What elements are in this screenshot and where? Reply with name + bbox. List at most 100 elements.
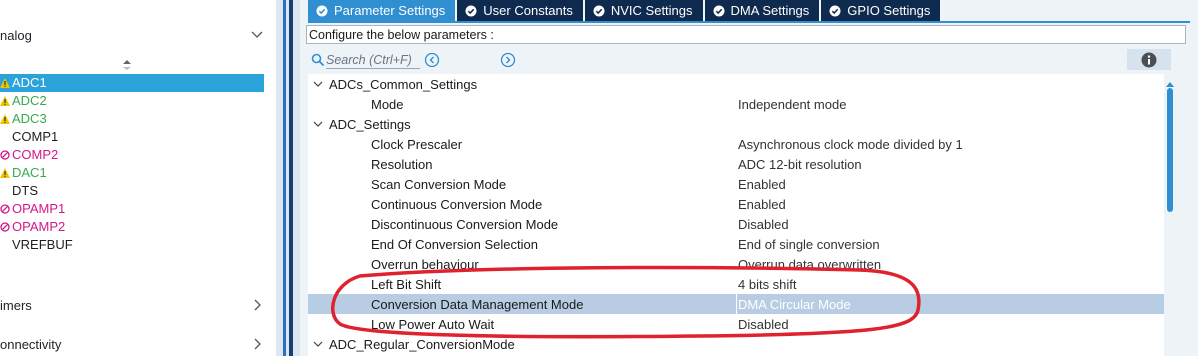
check-circle-icon bbox=[316, 5, 328, 17]
parameter-row[interactable]: Mode Independent mode bbox=[308, 94, 1164, 114]
parameter-value: ADC 12-bit resolution bbox=[738, 157, 862, 172]
peripheral-item[interactable]: DTS bbox=[0, 182, 264, 200]
parameter-row[interactable]: Scan Conversion Mode Enabled bbox=[308, 174, 1164, 194]
tab-nvic-settings[interactable]: NVIC Settings bbox=[584, 0, 703, 21]
parameter-name: Resolution bbox=[371, 157, 433, 172]
peripheral-name: COMP1 bbox=[12, 129, 59, 144]
parameter-name: Discontinuous Conversion Mode bbox=[371, 217, 559, 232]
search-next-button[interactable] bbox=[500, 52, 516, 68]
peripheral-name: COMP2 bbox=[12, 147, 59, 162]
peripheral-item[interactable]: ADC1 bbox=[0, 74, 264, 92]
parameter-row[interactable]: Continuous Conversion Mode Enabled bbox=[308, 194, 1164, 214]
section-name: ADCs_Common_Settings bbox=[329, 77, 478, 92]
warning-icon bbox=[0, 95, 10, 107]
tab-gpio-settings[interactable]: GPIO Settings bbox=[821, 0, 941, 21]
parameter-tree: ADCs_Common_Settings Mode Independent mode… bbox=[308, 74, 1164, 356]
tab-dma-settings[interactable]: DMA Settings bbox=[704, 0, 820, 21]
splitter-line bbox=[283, 0, 286, 356]
peripheral-item[interactable]: ADC3 bbox=[0, 110, 264, 128]
tab-label: NVIC Settings bbox=[610, 3, 693, 18]
chevron-down-icon[interactable] bbox=[312, 338, 324, 350]
splitter-line bbox=[289, 0, 293, 356]
search-input[interactable] bbox=[326, 51, 420, 69]
peripheral-name: OPAMP1 bbox=[12, 201, 66, 216]
parameter-value: End of single conversion bbox=[738, 237, 880, 252]
parameter-row[interactable]: Discontinuous Conversion Mode Disabled bbox=[308, 214, 1164, 234]
disabled-icon bbox=[0, 221, 10, 233]
peripheral-item[interactable]: ADC2 bbox=[0, 92, 264, 110]
tab-parameter-settings[interactable]: Parameter Settings bbox=[308, 0, 456, 21]
sort-icon[interactable] bbox=[122, 59, 132, 71]
check-circle-icon bbox=[713, 5, 725, 17]
search-box[interactable] bbox=[306, 50, 420, 70]
category-analog[interactable]: nalog bbox=[0, 26, 276, 46]
parameter-value[interactable]: DMA Circular Mode bbox=[738, 297, 851, 312]
parameter-name: Low Power Auto Wait bbox=[371, 317, 495, 332]
warning-icon bbox=[0, 113, 10, 125]
parameter-name: Overrun behaviour bbox=[371, 257, 479, 272]
check-circle-icon bbox=[593, 5, 605, 17]
search-icon bbox=[311, 53, 325, 67]
parameter-row[interactable]: Low Power Auto Wait Disabled bbox=[308, 314, 1164, 334]
tab-label: User Constants bbox=[483, 3, 573, 18]
parameter-name: Continuous Conversion Mode bbox=[371, 197, 543, 212]
parameter-row[interactable]: Clock Prescaler Asynchronous clock mode d… bbox=[308, 134, 1164, 154]
peripheral-item[interactable]: OPAMP2 bbox=[0, 218, 264, 236]
parameter-name: Scan Conversion Mode bbox=[371, 177, 507, 192]
info-button[interactable] bbox=[1127, 49, 1171, 70]
parameter-name: Clock Prescaler bbox=[371, 137, 463, 152]
peripheral-item[interactable]: COMP2 bbox=[0, 146, 264, 164]
section-row[interactable]: ADCs_Common_Settings bbox=[308, 74, 1164, 94]
peripheral-name: ADC3 bbox=[12, 111, 47, 126]
tab-user-constants[interactable]: User Constants bbox=[457, 0, 583, 21]
peripheral-item[interactable]: DAC1 bbox=[0, 164, 264, 182]
parameter-value: Overrun data overwritten bbox=[738, 257, 882, 272]
peripheral-item[interactable]: COMP1 bbox=[0, 128, 264, 146]
peripheral-name: DTS bbox=[12, 183, 38, 198]
parameter-value: Independent mode bbox=[738, 97, 847, 112]
parameter-row[interactable]: Resolution ADC 12-bit resolution bbox=[308, 154, 1164, 174]
chevron-right-icon[interactable] bbox=[249, 297, 265, 313]
parameter-value: Asynchronous clock mode divided by 1 bbox=[738, 137, 963, 152]
section-name: ADC_Settings bbox=[329, 117, 411, 132]
peripheral-item[interactable]: VREFBUF bbox=[0, 236, 264, 254]
tab-bar: Parameter Settings User Constants NVIC Set… bbox=[308, 0, 942, 22]
section-row[interactable]: ADC_Settings bbox=[308, 114, 1164, 134]
parameter-value: Enabled bbox=[738, 177, 786, 192]
parameter-row[interactable]: Conversion Data Management Mode DMA Circu… bbox=[308, 294, 1164, 314]
parameter-name: Mode bbox=[371, 97, 404, 112]
check-circle-icon bbox=[465, 5, 477, 17]
peripheral-name: VREFBUF bbox=[12, 237, 73, 252]
panel-splitter[interactable] bbox=[276, 0, 300, 356]
scroll-up-icon[interactable] bbox=[1166, 76, 1174, 87]
peripheral-name: ADC1 bbox=[12, 75, 47, 90]
tab-label: DMA Settings bbox=[730, 3, 810, 18]
category-connectivity[interactable]: onnectivity bbox=[0, 335, 276, 355]
chevron-down-icon[interactable] bbox=[312, 78, 324, 90]
parameter-row[interactable]: Left Bit Shift 4 bits shift bbox=[308, 274, 1164, 294]
chevron-right-icon[interactable] bbox=[249, 336, 265, 352]
parameter-name: End Of Conversion Selection bbox=[371, 237, 538, 252]
tab-underline bbox=[308, 21, 1190, 23]
peripheral-item[interactable]: OPAMP1 bbox=[0, 200, 264, 218]
tab-label: Parameter Settings bbox=[334, 3, 446, 18]
warning-icon bbox=[0, 77, 10, 89]
parameter-value: Disabled bbox=[738, 317, 789, 332]
parameter-row[interactable]: End Of Conversion Selection End of single… bbox=[308, 234, 1164, 254]
parameter-value: 4 bits shift bbox=[738, 277, 797, 292]
parameter-row[interactable]: Overrun behaviour Overrun data overwritte… bbox=[308, 254, 1164, 274]
peripheral-name: DAC1 bbox=[12, 165, 47, 180]
search-previous-button[interactable] bbox=[424, 52, 440, 68]
category-timers[interactable]: imers bbox=[0, 296, 276, 316]
parameter-name: Left Bit Shift bbox=[371, 277, 442, 292]
section-row[interactable]: ADC_Regular_ConversionMode bbox=[308, 334, 1164, 354]
vertical-scrollbar[interactable] bbox=[1164, 74, 1176, 356]
scrollbar-thumb[interactable] bbox=[1167, 88, 1173, 212]
chevron-down-icon[interactable] bbox=[249, 27, 265, 43]
sidebar: nalog ADC1 ADC2 ADC3 COMP1 COMP2 DAC1 DTS OPAMP… bbox=[0, 0, 276, 356]
section-name: ADC_Regular_ConversionMode bbox=[329, 337, 515, 352]
category-analog-label: nalog bbox=[0, 28, 32, 43]
chevron-down-icon[interactable] bbox=[312, 118, 324, 130]
disabled-icon bbox=[0, 203, 10, 215]
category-timers-label: imers bbox=[0, 298, 32, 313]
